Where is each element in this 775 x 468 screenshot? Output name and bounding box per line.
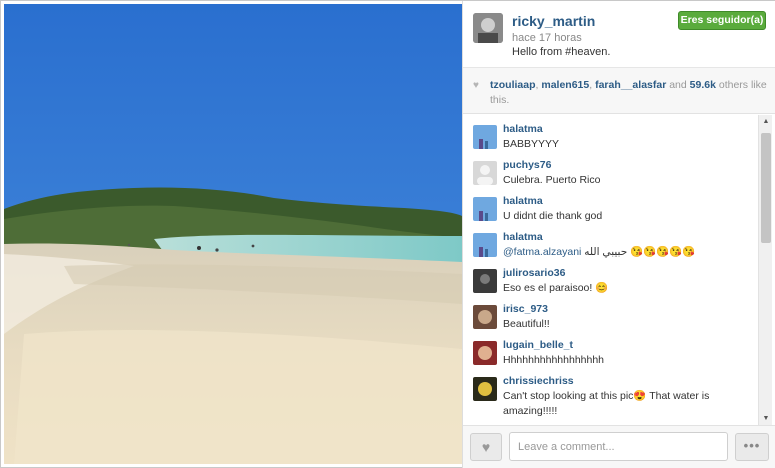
post-timestamp: hace 17 horas — [512, 32, 582, 44]
heart-icon: ♥ — [473, 80, 479, 91]
comment-text: Hhhhhhhhhhhhhhhhh — [503, 354, 605, 366]
commenter-avatar[interactable] — [473, 233, 497, 257]
post-photo[interactable] — [4, 4, 462, 464]
beach-image — [4, 4, 462, 464]
liker-link[interactable]: malen615 — [541, 79, 589, 91]
scrollbar-thumb[interactable] — [761, 133, 771, 243]
commenter-avatar[interactable] — [473, 197, 497, 221]
comment-footer: ♥ ••• — [463, 425, 775, 468]
post-header: ricky_martin hace 17 horas Hello from #h… — [463, 1, 775, 68]
comment-text: Can't stop looking at this pic😍 That wat… — [503, 390, 710, 417]
likes-count[interactable]: 59.6k — [690, 79, 716, 91]
commenter-username[interactable]: halatma — [503, 123, 543, 135]
comment-list: halatma BABBYYYY puchys76 Culebra. Puert… — [463, 115, 758, 425]
post-viewer: ricky_martin hace 17 horas Hello from #h… — [0, 0, 775, 468]
comment-text: Eso es el paraisoo! 😊 — [503, 282, 609, 294]
commenter-username[interactable]: puchys76 — [503, 159, 551, 171]
liker-link[interactable]: tzouliaap — [490, 79, 536, 91]
commenter-avatar[interactable] — [473, 377, 497, 401]
more-options-icon[interactable]: ••• — [735, 433, 769, 461]
commenter-username[interactable]: lugain_belle_t — [503, 339, 573, 351]
comments-scrollbar[interactable]: ▲ ▼ — [758, 115, 772, 426]
likes-section: ♥ tzouliaap, malen615, farah__alasfar an… — [463, 68, 775, 114]
commenter-username[interactable]: chrissiechriss — [503, 375, 574, 387]
commenter-avatar[interactable] — [473, 161, 497, 185]
like-button[interactable]: ♥ — [470, 433, 502, 461]
commenter-avatar[interactable] — [473, 269, 497, 293]
post-caption: Hello from #heaven. — [512, 46, 611, 58]
liker-link[interactable]: farah__alasfar — [595, 79, 666, 91]
likes-summary: tzouliaap, malen615, farah__alasfar and … — [490, 79, 767, 106]
scroll-down-arrow-icon[interactable]: ▼ — [761, 415, 771, 423]
commenter-avatar[interactable] — [473, 305, 497, 329]
commenter-avatar[interactable] — [473, 341, 497, 365]
commenter-avatar[interactable] — [473, 125, 497, 149]
comment-text: U didnt die thank god — [503, 210, 603, 222]
following-button[interactable]: Eres seguidor(a) — [678, 11, 766, 30]
author-username[interactable]: ricky_martin — [512, 13, 595, 29]
comment-body: حبيبي الله 😘😘😘😘😘 — [584, 246, 696, 258]
comment-text: @fatma.alzayani حبيبي الله 😘😘😘😘😘 — [503, 245, 733, 260]
commenter-username[interactable]: halatma — [503, 231, 543, 243]
comment-text: Beautiful!! — [503, 318, 550, 330]
post-details-panel: ricky_martin hace 17 horas Hello from #h… — [462, 1, 775, 468]
comment-text: Culebra. Puerto Rico — [503, 174, 601, 186]
comment-input[interactable] — [509, 432, 728, 461]
commenter-username[interactable]: halatma — [503, 195, 543, 207]
scroll-up-arrow-icon[interactable]: ▲ — [761, 118, 771, 126]
commenter-username[interactable]: irisc_973 — [503, 303, 548, 315]
comment-text: BABBYYYY — [503, 138, 560, 150]
likes-and: and — [669, 79, 687, 91]
commenter-username[interactable]: julirosario36 — [503, 267, 565, 279]
comment-mention[interactable]: @fatma.alzayani — [503, 246, 581, 258]
heart-icon: ♥ — [481, 439, 491, 455]
author-avatar[interactable] — [473, 13, 503, 43]
